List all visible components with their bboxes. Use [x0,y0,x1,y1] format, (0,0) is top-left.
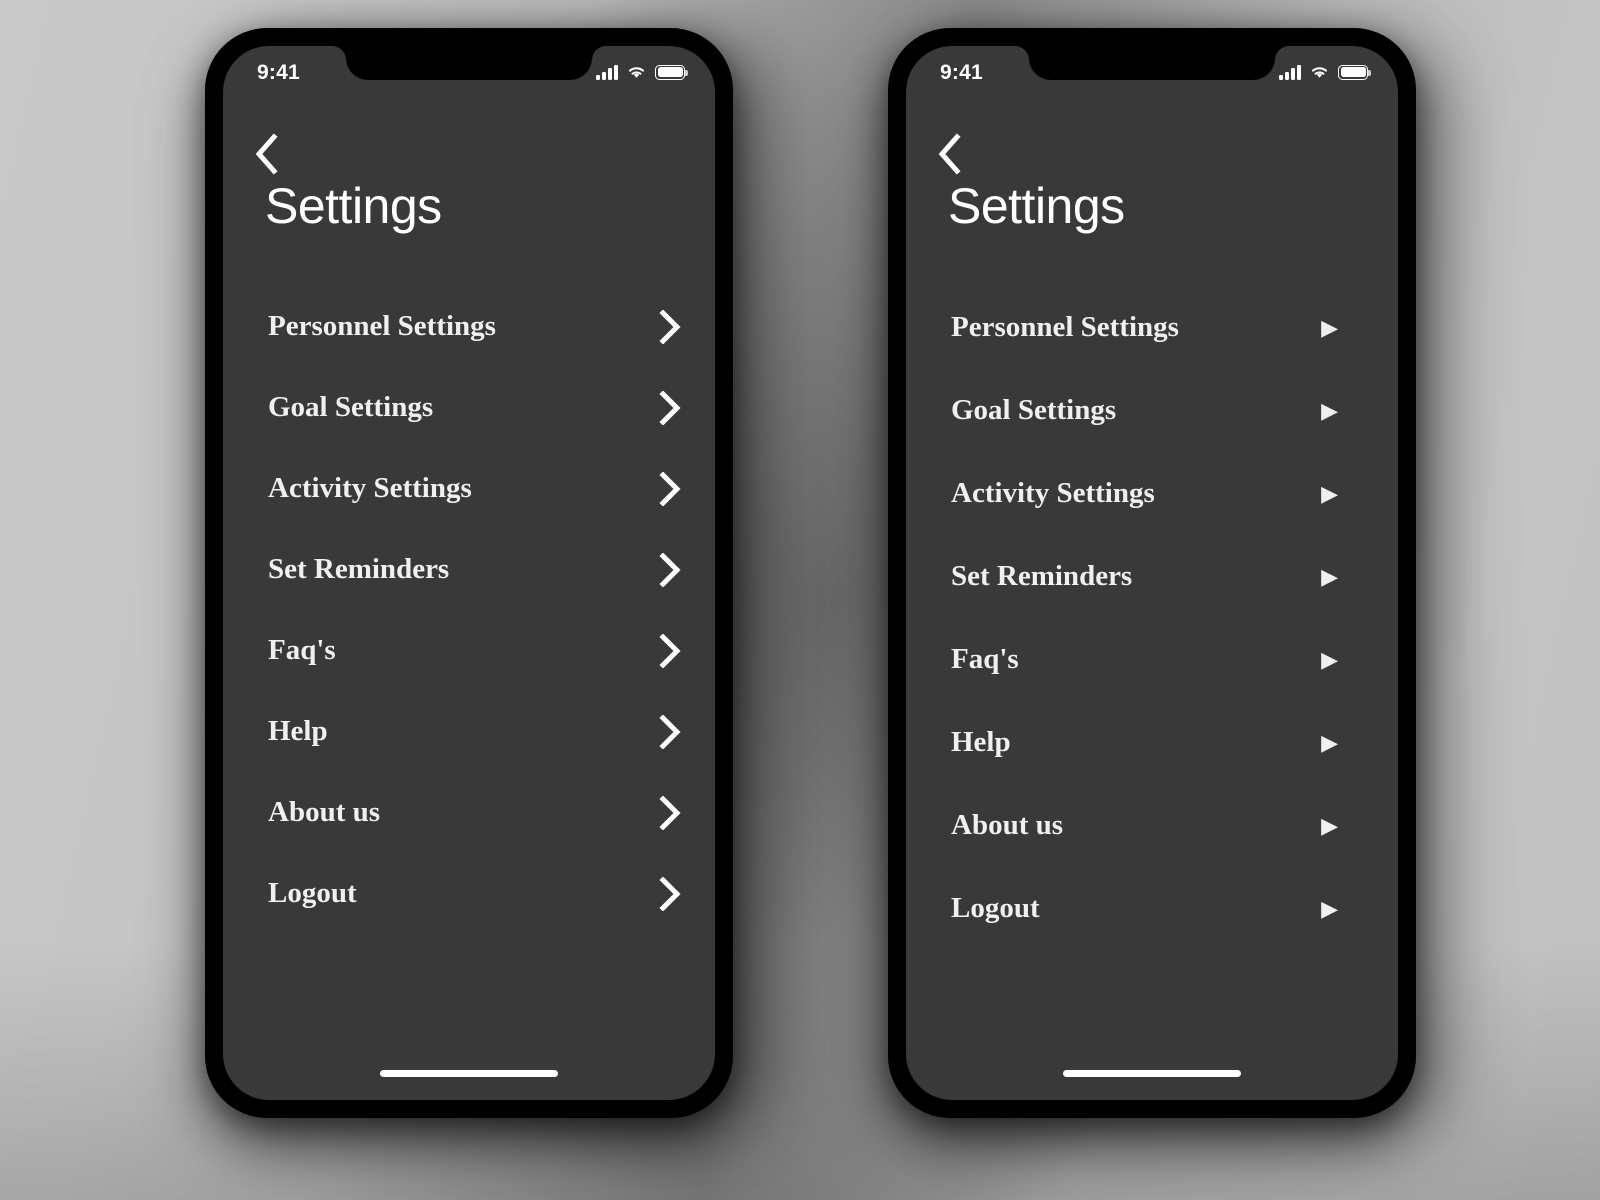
wifi-icon [628,67,645,78]
menu-item-activity-settings[interactable]: Activity Settings [268,448,683,529]
menu-item-goal-settings[interactable]: Goal Settings [268,367,683,448]
triangle-right-icon: ▶ [1321,563,1338,589]
chevron-right-icon [659,471,681,506]
chevron-right-icon [659,876,681,911]
chevron-right-icon [659,795,681,830]
chevron-right-icon [659,390,681,425]
menu-item-label: Help [268,715,328,747]
menu-item-goal-settings[interactable]: Goal Settings ▶ [951,369,1338,452]
chevron-left-icon [255,133,278,175]
menu-item-label: Set Reminders [268,553,450,585]
menu-item-label: Activity Settings [951,477,1155,509]
triangle-right-icon: ▶ [1321,397,1338,423]
chevron-right-icon [659,714,681,749]
menu-item-label: Personnel Settings [951,311,1179,343]
chevron-right-icon [659,552,681,587]
back-button[interactable] [253,131,299,177]
chevron-left-icon [938,133,961,175]
back-button[interactable] [936,131,982,177]
menu-item-label: Logout [268,877,357,909]
menu-item-personnel-settings[interactable]: Personnel Settings [268,286,683,367]
phone-mockup-right: 9:41 Settings Personnel Settings ▶ Goal … [888,28,1416,1118]
battery-icon [655,64,688,80]
home-indicator[interactable] [1063,1070,1241,1077]
menu-item-label: About us [951,809,1064,841]
menu-item-label: Set Reminders [951,560,1133,592]
status-icons [1279,64,1371,80]
menu-item-label: Faq's [951,643,1019,675]
status-time: 9:41 [257,60,300,84]
menu-item-logout[interactable]: Logout ▶ [951,867,1338,950]
phone-screen-right: 9:41 Settings Personnel Settings ▶ Goal … [906,46,1398,1100]
menu-item-label: Personnel Settings [268,310,496,342]
menu-item-faqs[interactable]: Faq's [268,610,683,691]
menu-item-activity-settings[interactable]: Activity Settings ▶ [951,452,1338,535]
triangle-right-icon: ▶ [1321,895,1338,921]
status-bar: 9:41 [223,46,715,94]
status-time: 9:41 [940,60,983,84]
chevron-right-icon [659,633,681,668]
menu-item-about-us[interactable]: About us ▶ [951,784,1338,867]
status-bar: 9:41 [906,46,1398,94]
menu-item-label: Goal Settings [268,391,434,423]
triangle-right-icon: ▶ [1321,729,1338,755]
menu-item-help[interactable]: Help [268,691,683,772]
menu-item-set-reminders[interactable]: Set Reminders [268,529,683,610]
triangle-right-icon: ▶ [1321,480,1338,506]
menu-item-label: Faq's [268,634,336,666]
menu-item-help[interactable]: Help ▶ [951,701,1338,784]
settings-menu-left: Personnel Settings Goal Settings Activit… [223,286,715,934]
signal-bars-icon [1279,64,1301,80]
page-title: Settings [948,178,1125,234]
page-title: Settings [265,178,442,234]
menu-item-set-reminders[interactable]: Set Reminders ▶ [951,535,1338,618]
phone-screen-left: 9:41 Settings Personnel Settings Goal Se… [223,46,715,1100]
menu-item-logout[interactable]: Logout [268,853,683,934]
menu-item-label: About us [268,796,381,828]
canvas: 9:41 Settings Personnel Settings Goal Se… [0,0,1600,1200]
menu-item-label: Activity Settings [268,472,472,504]
status-icons [596,64,688,80]
menu-item-label: Logout [951,892,1040,924]
settings-menu-right: Personnel Settings ▶ Goal Settings ▶ Act… [906,286,1398,950]
menu-item-label: Help [951,726,1011,758]
wifi-icon [1311,67,1328,78]
menu-item-label: Goal Settings [951,394,1117,426]
battery-icon [1338,64,1371,80]
menu-item-personnel-settings[interactable]: Personnel Settings ▶ [951,286,1338,369]
home-indicator[interactable] [380,1070,558,1077]
phone-mockup-left: 9:41 Settings Personnel Settings Goal Se… [205,28,733,1118]
chevron-right-icon [659,309,681,344]
menu-item-about-us[interactable]: About us [268,772,683,853]
triangle-right-icon: ▶ [1321,812,1338,838]
triangle-right-icon: ▶ [1321,646,1338,672]
triangle-right-icon: ▶ [1321,314,1338,340]
menu-item-faqs[interactable]: Faq's ▶ [951,618,1338,701]
signal-bars-icon [596,64,618,80]
